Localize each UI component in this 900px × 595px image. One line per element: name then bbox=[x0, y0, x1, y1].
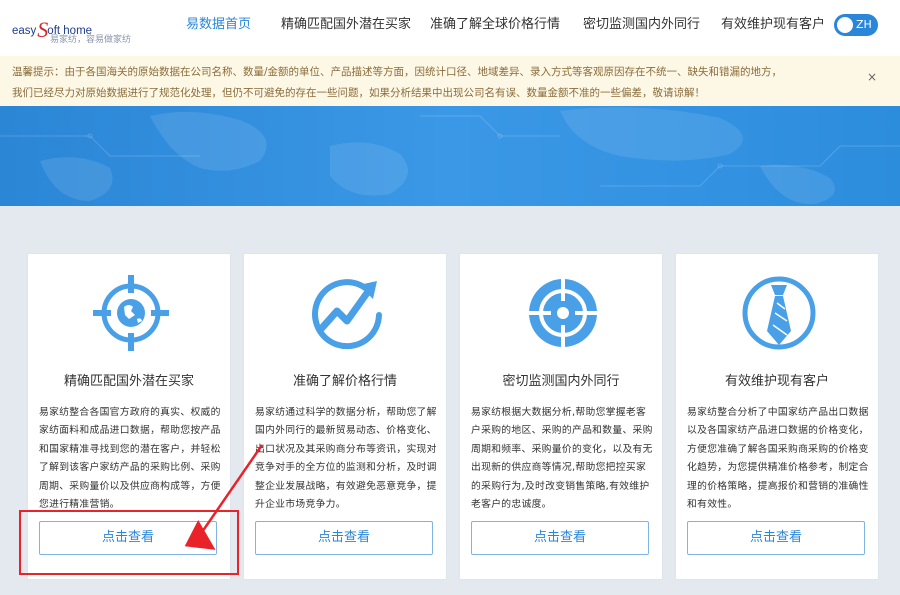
top-header: easySoft home 易家纺，容易做家纺 易数据首页 精确匹配国外潜在买家… bbox=[0, 0, 900, 56]
view-button[interactable]: 点击查看 bbox=[471, 521, 649, 555]
view-button[interactable]: 点击查看 bbox=[255, 521, 433, 555]
nav-monitor-peers[interactable]: 密切监测国内外同行 bbox=[583, 0, 700, 56]
card-description: 易家纺根据大数据分析,帮助您掌握老客户采购的地区、采购的产品和数量、采购周期和频… bbox=[471, 407, 653, 511]
nav-maintain-customers[interactable]: 有效维护现有客户 bbox=[721, 0, 825, 56]
notice-line-1: 温馨提示：由于各国海关的原始数据在公司名称、数量/金额的单位、产品描述等方面，因… bbox=[12, 66, 783, 78]
hero-banner bbox=[0, 106, 900, 206]
card-description: 易家纺整合分析了中国家纺产品出口数据以及各国家纺产品进口数据的价格变化，方便您准… bbox=[687, 407, 869, 511]
card-title: 有效维护现有客户 bbox=[724, 374, 829, 389]
feature-card-maintain-customers: 有效维护现有客户 易家纺整合分析了中国家纺产品出口数据以及各国家纺产品进口数据的… bbox=[675, 253, 879, 580]
annotation-highlight-box bbox=[19, 510, 239, 575]
close-icon[interactable]: × bbox=[866, 70, 878, 84]
feature-card-monitor-peers: 密切监测国内外同行 易家纺根据大数据分析,帮助您掌握老客户采购的地区、采购的产品… bbox=[459, 253, 663, 580]
logo[interactable]: easySoft home 易家纺，容易做家纺 bbox=[12, 6, 152, 46]
notice-banner: 温馨提示：由于各国海关的原始数据在公司名称、数量/金额的单位、产品描述等方面，因… bbox=[0, 56, 900, 106]
card-description: 易家纺通过科学的数据分析，帮助您了解国内外同行的最新贸易动态、价格变化、出口状况… bbox=[255, 407, 437, 511]
world-map-pattern bbox=[0, 107, 900, 205]
nav-match-buyers[interactable]: 精确匹配国外潜在买家 bbox=[281, 0, 411, 56]
globe-target-icon bbox=[93, 275, 169, 351]
trend-arrow-icon bbox=[312, 279, 382, 350]
card-title: 准确了解价格行情 bbox=[292, 374, 397, 389]
card-title: 密切监测国内外同行 bbox=[502, 374, 620, 389]
notice-line-2: 我们已经尽力对原始数据进行了规范化处理，但仍不可避免的存在一些问题，如果分析结果… bbox=[12, 87, 705, 99]
view-button[interactable]: 点击查看 bbox=[687, 521, 865, 555]
toggle-knob bbox=[837, 17, 853, 33]
feature-card-price-trends: 准确了解价格行情 易家纺通过科学的数据分析，帮助您了解国内外同行的最新贸易动态、… bbox=[243, 253, 447, 580]
crosshair-icon bbox=[527, 277, 599, 349]
logo-brand-s: S bbox=[37, 17, 49, 42]
logo-slogan: 易家纺，容易做家纺 bbox=[50, 35, 132, 45]
logo-brand-pre: easy bbox=[12, 25, 37, 37]
language-label: ZH bbox=[856, 18, 872, 31]
card-title: 精确匹配国外潜在买家 bbox=[63, 374, 194, 389]
nav-price-trends[interactable]: 准确了解全球价格行情 bbox=[430, 0, 560, 56]
language-toggle[interactable]: ZH bbox=[834, 14, 878, 36]
card-description: 易家纺整合各国官方政府的真实、权威的家纺面料和成品进口数据，帮助您按产品和国家精… bbox=[39, 407, 221, 511]
nav-home[interactable]: 易数据首页 bbox=[186, 0, 251, 56]
necktie-icon bbox=[742, 276, 816, 350]
